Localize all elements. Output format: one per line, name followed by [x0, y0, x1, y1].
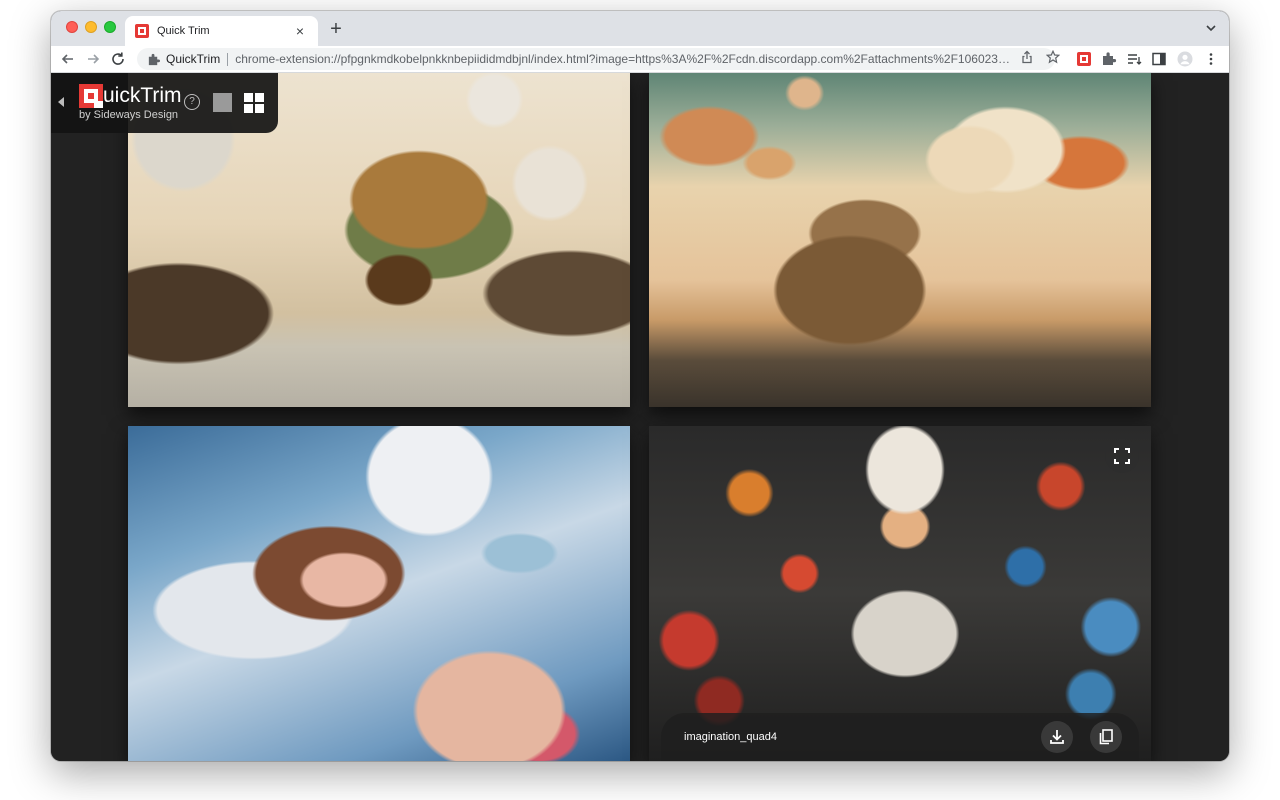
grid-cell	[244, 104, 253, 113]
quicktrim-logo-icon	[135, 24, 149, 38]
address-bar[interactable]: QuickTrim chrome-extension://pfpgnkmdkob…	[137, 48, 1055, 70]
single-view-button[interactable]	[213, 93, 232, 112]
side-panel-icon[interactable]	[1151, 51, 1167, 67]
grid-cell	[255, 104, 264, 113]
collapse-panel-icon[interactable]	[57, 96, 65, 108]
reload-icon[interactable]	[109, 50, 127, 68]
omnibox-divider	[227, 52, 229, 66]
quicktrim-extension-icon[interactable]	[1076, 51, 1092, 67]
image-tile-quad3[interactable]	[128, 426, 630, 761]
new-tab-button[interactable]: +	[324, 17, 348, 41]
fullscreen-icon	[1114, 448, 1130, 464]
quicktrim-logo-icon	[79, 84, 103, 108]
back-icon[interactable]	[59, 50, 77, 68]
more-menu-icon[interactable]	[1203, 51, 1219, 67]
close-window-button[interactable]	[66, 21, 78, 33]
chevron-down-icon[interactable]	[1203, 20, 1219, 36]
tab-quick-trim[interactable]: Quick Trim ×	[125, 16, 318, 46]
image-filename: imagination_quad4	[684, 731, 777, 743]
profile-avatar-icon[interactable]	[1177, 51, 1193, 67]
browser-window: Quick Trim × + QuickTrim chrome-extensio…	[51, 11, 1229, 761]
download-button[interactable]	[1041, 721, 1073, 753]
copy-button[interactable]	[1090, 721, 1122, 753]
extensions-puzzle-icon[interactable]	[1101, 51, 1117, 67]
forward-icon[interactable]	[84, 50, 102, 68]
tab-close-icon[interactable]: ×	[292, 23, 308, 39]
share-icon[interactable]	[1020, 50, 1034, 64]
grid-cell	[255, 93, 264, 102]
image-tile-quad2[interactable]	[649, 73, 1151, 407]
url-text: chrome-extension://pfpgnkmdkobelpnkknbep…	[235, 52, 1012, 66]
image-grid: imagination_quad4 uickTrim by Sideways D…	[51, 73, 1229, 761]
image-tile-quad4[interactable]: imagination_quad4	[649, 426, 1151, 761]
grid-cell	[244, 93, 253, 102]
tab-title: Quick Trim	[157, 25, 210, 37]
app-subtitle: by Sideways Design	[79, 109, 179, 121]
fullscreen-button[interactable]	[1105, 439, 1139, 473]
minimize-window-button[interactable]	[85, 21, 97, 33]
app-title: uickTrim	[103, 84, 182, 107]
browser-toolbar: QuickTrim chrome-extension://pfpgnkmdkob…	[51, 46, 1229, 73]
extension-puzzle-icon	[148, 53, 160, 65]
zoom-window-button[interactable]	[104, 21, 116, 33]
bookmark-star-icon[interactable]	[1046, 50, 1060, 64]
reading-list-icon[interactable]	[1126, 51, 1142, 67]
quicktrim-panel: uickTrim by Sideways Design ?	[51, 73, 278, 133]
download-icon	[1050, 730, 1064, 744]
grid-view-button[interactable]	[244, 93, 264, 113]
tab-strip: Quick Trim × +	[51, 11, 1229, 46]
help-button[interactable]: ?	[184, 94, 200, 110]
site-name: QuickTrim	[166, 52, 221, 66]
copy-icon	[1099, 729, 1113, 745]
image-caption-bar: imagination_quad4	[661, 713, 1139, 761]
